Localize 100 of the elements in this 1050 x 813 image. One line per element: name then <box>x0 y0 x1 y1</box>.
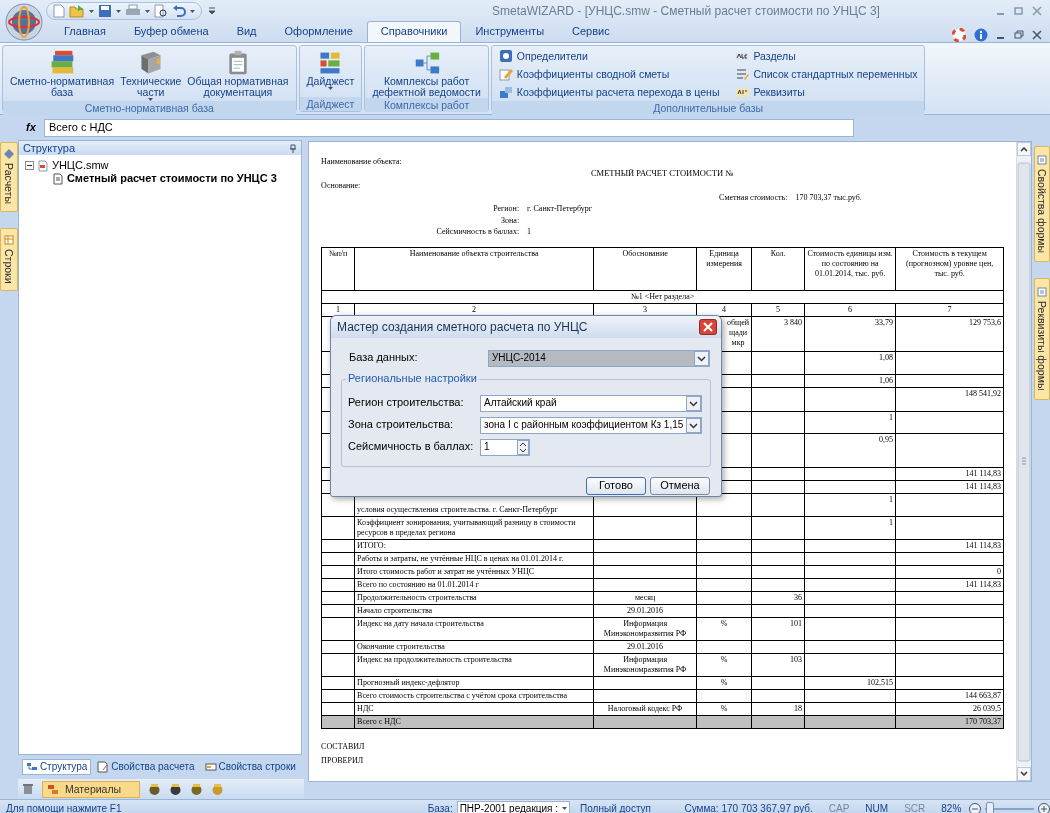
formula-icon[interactable]: fx <box>26 121 44 135</box>
caret-icon[interactable] <box>190 9 195 13</box>
ribbon-tab[interactable]: Инструменты <box>461 20 559 42</box>
table-row[interactable]: Коэффициент зонирования, учитывающий разницу в стоимости ресурсов в пределах региона 1 <box>321 516 1004 539</box>
caret-icon[interactable] <box>89 9 94 13</box>
caret-icon[interactable] <box>116 9 121 13</box>
table-row[interactable]: Прогнозный индекс-дефлятор % 102,515 <box>321 676 1004 689</box>
table-row[interactable]: Индекс на продолжительность строительства Информация Минэкономразвития РФ % 103 <box>321 653 1004 676</box>
dropdown-field[interactable]: Алтайский край <box>480 394 702 412</box>
ribbon-button[interactable]: Определители <box>495 47 723 65</box>
scroll-down-icon[interactable] <box>1017 767 1032 781</box>
collapse-icon[interactable] <box>24 161 34 170</box>
ribbon-button[interactable]: Коэффициенты сводной сметы <box>495 65 723 83</box>
table-cell: Налоговый кодекс РФ <box>607 703 683 713</box>
table-row[interactable]: Всего с НДС 170 703,37 <box>321 715 1004 728</box>
table-row[interactable]: Индекс на дату начала строительства Информация Минэкономразвития РФ % 101 <box>321 617 1004 640</box>
ribbon-tab[interactable]: Оформление <box>270 20 367 42</box>
ribbon-tab[interactable]: Сервис <box>558 20 624 42</box>
zoom-out-icon[interactable] <box>969 802 982 813</box>
column-number: 7 <box>947 304 952 314</box>
materials-button[interactable]: Материалы <box>41 780 141 798</box>
app-logo[interactable] <box>4 2 44 42</box>
ribbon-button[interactable]: Технические части <box>117 50 185 102</box>
side-tab[interactable]: Реквизиты формы <box>1034 278 1050 400</box>
panel-tab[interactable]: Свойства строки <box>200 759 300 775</box>
status-text: Полный доступ <box>580 802 652 813</box>
panel-tab[interactable]: Структура <box>21 759 92 775</box>
side-tab[interactable]: Строки <box>0 228 18 291</box>
side-tab[interactable]: Расчеты <box>0 142 18 212</box>
table-row[interactable]: Начало строительства 29.01.2016 <box>321 604 1004 617</box>
formula-field[interactable]: Всего с НДС <box>44 119 854 137</box>
column-header: Стоимость в текущем (прогнозном) уровне цен, тыс. руб. <box>906 248 994 278</box>
table-row[interactable]: Окончание строительства 29.01.2016 <box>321 640 1004 653</box>
dialog-button[interactable]: Готово <box>586 477 646 495</box>
status-indicator: SCR <box>904 802 926 813</box>
slider-thumb[interactable] <box>986 801 995 813</box>
group-label: Сметно-нормативная база <box>3 101 296 116</box>
table-cell: 141 114,83 <box>965 540 1002 550</box>
save-icon[interactable] <box>98 4 112 18</box>
form-properties-icon <box>1037 155 1048 165</box>
table-row[interactable]: ИТОГО: 141 114,83 <box>321 539 1004 552</box>
field-value: 1 <box>527 226 532 238</box>
table-row[interactable]: Работы и затраты, не учтённые НЦС в ценах на 01.01.2014 г. <box>321 552 1004 565</box>
ribbon-button[interactable]: Комплексы работ дефектной ведомости <box>369 50 484 99</box>
form-fields-icon <box>1037 287 1048 298</box>
restore-icon[interactable] <box>1014 30 1024 40</box>
lifebuoy-icon[interactable] <box>952 28 966 42</box>
ribbon-button[interactable]: Разделы <box>732 47 921 65</box>
table-row[interactable]: Всего по состоянию на 01.01.2014 г 141 114,83 <box>321 578 1004 591</box>
table-row[interactable]: Продолжительность строительства месяц 36 <box>321 591 1004 604</box>
table-row[interactable]: Всего стоимость строительства с учётом срока строительства 144 663,87 <box>321 689 1004 702</box>
undo-icon[interactable] <box>172 4 186 18</box>
panel-tab[interactable]: Свойства расчета <box>93 759 199 775</box>
ribbon-button[interactable]: Реквизиты <box>732 83 921 101</box>
column-number: 1 <box>336 304 341 314</box>
bin-icon[interactable] <box>21 783 34 795</box>
side-tab[interactable]: Свойства формы <box>1034 146 1050 263</box>
table-cell: 141 114,83 <box>965 468 1002 478</box>
column-header: Кол. <box>770 248 786 258</box>
table-cell: 33,79 <box>875 317 894 327</box>
customize-icon[interactable] <box>208 7 216 15</box>
column-number: 4 <box>722 304 727 314</box>
ribbon-button[interactable]: Сметно-нормативная база <box>7 50 118 99</box>
table-cell: % <box>720 703 728 713</box>
ribbon-tab[interactable]: Главная <box>50 20 120 42</box>
close-icon[interactable] <box>699 319 717 335</box>
table-cell: % <box>720 677 728 687</box>
ribbon-tab[interactable]: Вид <box>222 20 271 42</box>
tree-item[interactable]: УНЦС.smw <box>51 158 109 173</box>
ribbon-tab[interactable]: Буфер обмена <box>119 20 223 42</box>
field-label: Регион строительства: <box>348 396 465 410</box>
field-label: Сейсмичность в баллах: <box>348 440 475 454</box>
table-cell: НДС <box>357 703 374 713</box>
table-row[interactable]: Итого стоимость работ и затрат не учтённых УНЦС 0 <box>321 565 1004 578</box>
base-dropdown[interactable]: ПНР-2001 редакция : <box>456 801 571 813</box>
ribbon-tab[interactable]: Справочники <box>366 20 462 42</box>
close-icon[interactable] <box>1032 30 1042 40</box>
ribbon-button[interactable]: Дайджест <box>303 50 358 90</box>
zoom-in-icon[interactable] <box>1038 802 1050 813</box>
ribbon-button[interactable]: Список стандартных переменных <box>732 65 921 83</box>
tree-item[interactable]: Сметный расчет стоимости по УНЦС 3 <box>66 171 277 186</box>
document-edit-icon <box>97 761 110 773</box>
info-icon[interactable] <box>974 28 988 42</box>
preview-icon[interactable] <box>154 4 168 18</box>
dropdown-field[interactable]: зона I с районным коэффициентом Кз 1,15 <box>480 416 702 434</box>
status-text: Сумма: 170 703 367,97 руб. <box>684 802 813 813</box>
file-icon <box>37 159 48 172</box>
table-row[interactable]: НДС Налоговый кодекс РФ % 18 26 039,5 <box>321 702 1004 715</box>
status-indicator: CAP <box>828 802 850 813</box>
dialog-button[interactable]: Отмена <box>650 477 710 495</box>
row-properties-icon <box>204 761 217 773</box>
table-cell: % <box>720 654 728 664</box>
pin-icon[interactable] <box>288 143 297 153</box>
scroll-up-icon[interactable] <box>1017 142 1032 156</box>
dropdown-field[interactable]: УНЦС-2014 <box>488 349 710 367</box>
spin-field[interactable]: 1 <box>480 438 530 456</box>
ribbon-button[interactable]: Коэффициенты расчета перехода в цены <box>495 83 723 101</box>
ribbon-button[interactable]: Общая нормативная документация <box>184 50 292 99</box>
scroll-thumb-icon[interactable] <box>1017 161 1032 762</box>
caret-icon[interactable] <box>145 9 150 13</box>
